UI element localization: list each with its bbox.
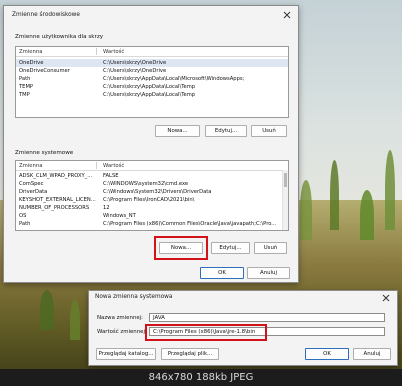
close-icon[interactable] xyxy=(381,293,391,303)
user-variables-label: Zmienne użytkownika dla skrzy xyxy=(15,34,104,40)
user-variables-list[interactable]: Zmienna Wartość OneDrive C:\Users\skrzy\… xyxy=(15,46,289,118)
list-item[interactable]: Path C:\Program Files (x86)\Common Files… xyxy=(16,220,288,228)
new-system-variable-dialog: Nowa zmienna systemowa Nazwa zmiennej: J… xyxy=(88,290,398,366)
column-header-value[interactable]: Wartość xyxy=(103,163,124,169)
red-highlight-box xyxy=(145,324,267,341)
list-item[interactable]: OS Windows_NT xyxy=(16,212,288,220)
list-item[interactable]: OneDriveConsumer C:\Users\skrzy\OneDrive xyxy=(16,67,288,75)
variable-value-label: Wartość zmiennej: xyxy=(97,329,147,335)
dialog-title: Nowa zmienna systemowa xyxy=(95,294,173,300)
system-edit-button[interactable]: Edytuj... xyxy=(211,242,250,254)
dialog-title: Zmienne środowiskowe xyxy=(12,12,80,18)
list-item[interactable]: ComSpec C:\WINDOWS\system32\cmd.exe xyxy=(16,180,288,188)
list-header: Zmienna Wartość xyxy=(16,47,288,57)
browse-file-button[interactable]: Przeglądaj plik... xyxy=(161,348,219,360)
ok-button[interactable]: OK xyxy=(305,348,349,360)
scrollbar-thumb[interactable] xyxy=(284,173,287,187)
ok-button[interactable]: OK xyxy=(200,267,244,279)
system-delete-button[interactable]: Usuń xyxy=(254,242,287,254)
close-icon[interactable] xyxy=(282,10,292,20)
column-header-name[interactable]: Zmienna xyxy=(19,163,42,169)
title-bar: Zmienne środowiskowe xyxy=(4,6,298,26)
column-header-name[interactable]: Zmienna xyxy=(19,49,42,55)
variable-name-input[interactable]: JAVA xyxy=(149,313,385,322)
cancel-button[interactable]: Anuluj xyxy=(247,267,290,279)
browse-directory-button[interactable]: Przeglądaj katalog... xyxy=(96,348,156,360)
user-edit-button[interactable]: Edytuj... xyxy=(205,125,247,137)
column-header-value[interactable]: Wartość xyxy=(103,49,124,55)
system-variables-list[interactable]: Zmienna Wartość ADSK_CLM_WPAD_PROXY_... … xyxy=(15,160,289,231)
user-new-button[interactable]: Nowa... xyxy=(155,125,200,137)
image-info-footer: 846x780 188kb JPEG xyxy=(0,369,402,386)
list-item[interactable]: DriverData C:\Windows\System32\Drivers\D… xyxy=(16,188,288,196)
list-item[interactable]: Path C:\Users\skrzy\AppData\Local\Micros… xyxy=(16,75,288,83)
list-header: Zmienna Wartość xyxy=(16,161,288,171)
red-highlight-box xyxy=(154,236,208,260)
title-bar: Nowa zmienna systemowa xyxy=(89,291,397,305)
list-item[interactable]: KEYSHOT_EXTERNAL_LICEN... C:\Program Fil… xyxy=(16,196,288,204)
list-item[interactable]: TMP C:\Users\skrzy\AppData\Local\Temp xyxy=(16,91,288,99)
system-variables-label: Zmienne systemowe xyxy=(15,150,74,156)
list-item[interactable]: TEMP C:\Users\skrzy\AppData\Local\Temp xyxy=(16,83,288,91)
list-item[interactable]: OneDrive C:\Users\skrzy\OneDrive xyxy=(16,59,288,67)
list-item[interactable]: NUMBER_OF_PROCESSORS 12 xyxy=(16,204,288,212)
user-delete-button[interactable]: Usuń xyxy=(251,125,287,137)
cancel-button[interactable]: Anuluj xyxy=(353,348,391,360)
variable-name-label: Nazwa zmiennej: xyxy=(97,315,143,321)
environment-variables-dialog: Zmienne środowiskowe Zmienne użytkownika… xyxy=(3,5,299,283)
list-item[interactable]: ADSK_CLM_WPAD_PROXY_... FALSE xyxy=(16,172,288,180)
vertical-scrollbar[interactable] xyxy=(282,170,288,230)
